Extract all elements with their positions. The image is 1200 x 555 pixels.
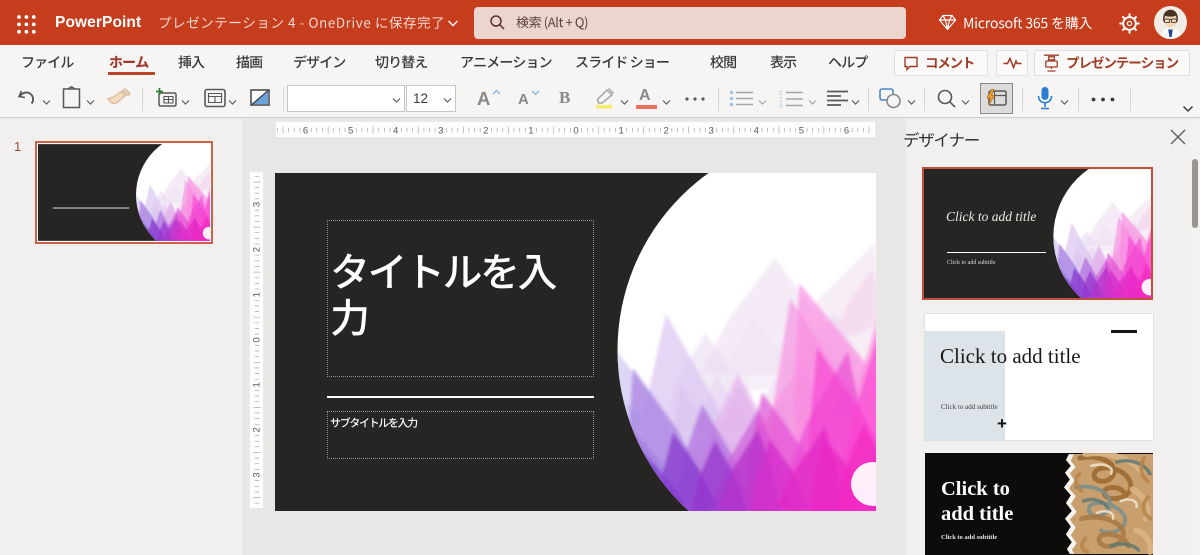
svg-text:3: 3: [779, 103, 783, 108]
svg-text:5: 5: [348, 125, 353, 136]
svg-text:6: 6: [303, 125, 308, 136]
svg-text:4: 4: [393, 125, 398, 136]
svg-text:3: 3: [709, 125, 714, 136]
svg-text:0: 0: [252, 337, 263, 342]
svg-text:1: 1: [528, 125, 533, 136]
svg-text:2: 2: [483, 125, 488, 136]
svg-text:1: 1: [252, 292, 263, 297]
svg-text:0: 0: [573, 125, 578, 136]
svg-text:4: 4: [754, 125, 759, 136]
svg-text:5: 5: [799, 125, 804, 136]
svg-text:2: 2: [252, 427, 263, 432]
svg-text:2: 2: [252, 246, 263, 251]
svg-text:2: 2: [664, 125, 669, 136]
svg-text:1: 1: [252, 382, 263, 387]
svg-text:3: 3: [252, 201, 263, 206]
svg-text:3: 3: [252, 472, 263, 477]
svg-text:1: 1: [618, 125, 623, 136]
svg-text:3: 3: [438, 125, 443, 136]
svg-text:6: 6: [844, 125, 849, 136]
